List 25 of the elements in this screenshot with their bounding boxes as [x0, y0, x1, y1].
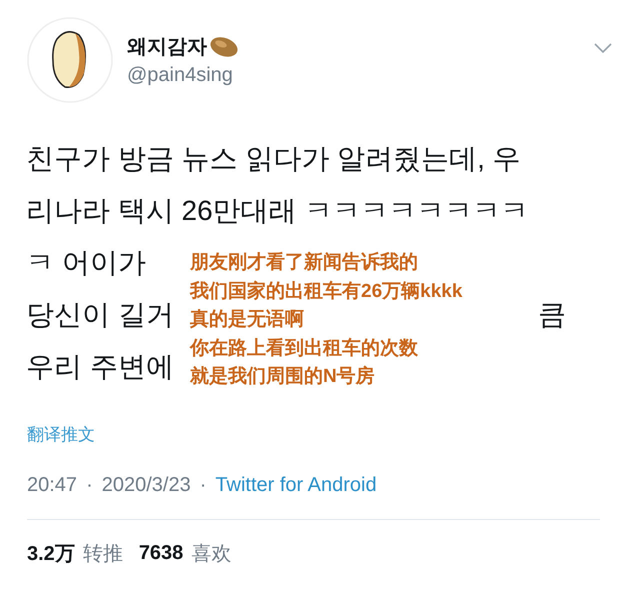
source-link[interactable]: Twitter for Android: [215, 474, 377, 497]
tweet-date: 2020/3/23: [102, 474, 191, 497]
translation-text: 我们国家的出租车有26万辆kkkk: [190, 280, 464, 304]
translate-link[interactable]: 翻译推文: [27, 423, 95, 446]
translation-text: 你在路上看到出租车的次数: [190, 336, 419, 360]
display-name: 왜지감자: [127, 35, 207, 60]
stat-label[interactable]: 喜欢: [191, 540, 232, 567]
tweet-text: 리나라 택시 26만대래 ㅋㅋㅋㅋㅋㅋㅋㅋ: [26, 194, 528, 228]
translation-text: 真的是无语啊: [190, 308, 305, 332]
translation-text: 就是我们周围的N号房: [190, 364, 376, 389]
tweet-text: 친구가 방금 뉴스 읽다가 알려줬는데, 우: [26, 142, 521, 176]
separator-dot: ·: [200, 474, 206, 497]
potato-icon: [209, 36, 239, 58]
user-handle: @pain4sing: [127, 64, 234, 87]
translation-text: 朋友刚才看了新闻告诉我的: [190, 250, 419, 275]
separator-dot: ·: [86, 474, 93, 497]
tweet-text: 우리 주변에: [26, 350, 174, 384]
stat-label[interactable]: 转推: [82, 540, 123, 567]
avatar[interactable]: [27, 17, 113, 103]
stat-count: 3.2万: [27, 542, 75, 567]
tweet-text: 당신이 길거: [26, 298, 174, 332]
tweet-time: 20:47: [27, 474, 78, 497]
tweet-text: ㅋ 어이가: [26, 246, 146, 280]
stat-count: 7638: [138, 542, 184, 565]
tweet-text: 큼: [538, 298, 566, 332]
